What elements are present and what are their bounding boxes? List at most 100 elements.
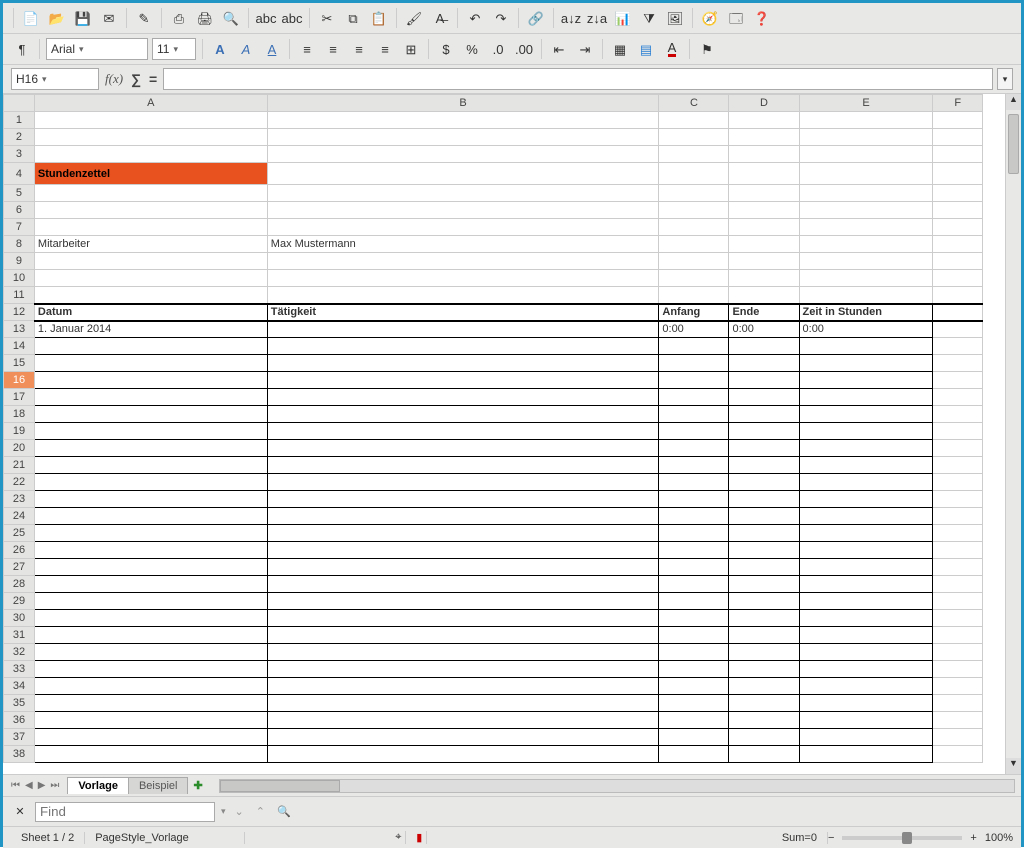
cell[interactable]: [729, 338, 799, 355]
cell[interactable]: [933, 746, 983, 763]
column-header[interactable]: D: [729, 95, 799, 112]
row-header[interactable]: 34: [4, 678, 35, 695]
cell[interactable]: [267, 457, 659, 474]
cell[interactable]: [729, 542, 799, 559]
cell[interactable]: [799, 627, 933, 644]
tab-first-icon[interactable]: ⏮: [9, 780, 22, 791]
cell[interactable]: [729, 270, 799, 287]
row-header[interactable]: 18: [4, 406, 35, 423]
cell[interactable]: [799, 440, 933, 457]
cell[interactable]: [659, 678, 729, 695]
cell[interactable]: [933, 321, 983, 338]
cell[interactable]: [659, 287, 729, 304]
cell[interactable]: [799, 146, 933, 163]
cell[interactable]: [729, 219, 799, 236]
cell[interactable]: [799, 236, 933, 253]
table-data-cell[interactable]: [267, 321, 659, 338]
cell[interactable]: [933, 474, 983, 491]
table-data-cell[interactable]: 0:00: [729, 321, 799, 338]
vertical-scrollbar[interactable]: ▲ ▼: [1005, 94, 1021, 774]
row-header[interactable]: 26: [4, 542, 35, 559]
row-header[interactable]: 33: [4, 661, 35, 678]
cell[interactable]: [659, 746, 729, 763]
cell[interactable]: [267, 474, 659, 491]
cell[interactable]: [267, 440, 659, 457]
tab-last-icon[interactable]: ⏭: [48, 780, 61, 791]
cell[interactable]: [659, 610, 729, 627]
redo-icon[interactable]: ↷: [490, 7, 512, 29]
cell[interactable]: [267, 406, 659, 423]
row-header[interactable]: 32: [4, 644, 35, 661]
cell[interactable]: [659, 338, 729, 355]
cell[interactable]: [267, 610, 659, 627]
close-find-icon[interactable]: ✕: [11, 803, 29, 821]
cell[interactable]: [799, 185, 933, 202]
formula-expand-icon[interactable]: ▾: [997, 68, 1013, 90]
row-header[interactable]: 31: [4, 627, 35, 644]
cell[interactable]: [34, 559, 267, 576]
merge-cells-icon[interactable]: ⊞: [400, 38, 422, 60]
align-center-icon[interactable]: ≡: [322, 38, 344, 60]
cell[interactable]: [34, 474, 267, 491]
sheet-tab-vorlage[interactable]: Vorlage: [67, 777, 129, 794]
value-mitarbeiter[interactable]: Max Mustermann: [267, 236, 659, 253]
cell[interactable]: [659, 457, 729, 474]
row-header[interactable]: 24: [4, 508, 35, 525]
cell[interactable]: [729, 627, 799, 644]
cell[interactable]: [933, 112, 983, 129]
email-icon[interactable]: ✉: [98, 7, 120, 29]
row-header[interactable]: 12: [4, 304, 35, 321]
cell[interactable]: [729, 491, 799, 508]
zoom-out-icon[interactable]: −: [828, 832, 834, 844]
date-format-icon[interactable]: .00: [513, 38, 535, 60]
spellcheck-icon[interactable]: abc: [281, 7, 303, 29]
clear-format-icon[interactable]: A̶: [429, 7, 451, 29]
cell[interactable]: [799, 355, 933, 372]
cell[interactable]: [267, 185, 659, 202]
cell[interactable]: [933, 610, 983, 627]
cell[interactable]: [34, 729, 267, 746]
cell[interactable]: [933, 253, 983, 270]
cell[interactable]: [729, 129, 799, 146]
new-document-icon[interactable]: 📄: [20, 7, 42, 29]
cell[interactable]: [267, 593, 659, 610]
cell[interactable]: [659, 389, 729, 406]
cell[interactable]: [34, 542, 267, 559]
cell-reference-box[interactable]: H16: [11, 68, 99, 90]
cell[interactable]: [34, 593, 267, 610]
print-preview-icon[interactable]: 🔍: [220, 7, 242, 29]
cell[interactable]: [799, 253, 933, 270]
row-header[interactable]: 3: [4, 146, 35, 163]
cell[interactable]: [729, 474, 799, 491]
zoom-slider[interactable]: ◦: [842, 836, 962, 840]
cell[interactable]: [799, 163, 933, 185]
cell[interactable]: [34, 627, 267, 644]
cell[interactable]: [729, 593, 799, 610]
row-header[interactable]: 1: [4, 112, 35, 129]
row-header[interactable]: 27: [4, 559, 35, 576]
cell[interactable]: [659, 644, 729, 661]
cell[interactable]: [267, 287, 659, 304]
cell[interactable]: [933, 559, 983, 576]
cell[interactable]: [729, 729, 799, 746]
navigator-icon[interactable]: 🧭: [699, 7, 721, 29]
cell[interactable]: [659, 253, 729, 270]
cell[interactable]: [799, 729, 933, 746]
cell[interactable]: [34, 253, 267, 270]
row-header[interactable]: 10: [4, 270, 35, 287]
cell[interactable]: [729, 389, 799, 406]
cell[interactable]: [799, 406, 933, 423]
cell[interactable]: [267, 712, 659, 729]
cell[interactable]: [799, 270, 933, 287]
cell[interactable]: [267, 129, 659, 146]
cell[interactable]: [267, 389, 659, 406]
cell[interactable]: [267, 661, 659, 678]
background-color-icon[interactable]: ▤: [635, 38, 657, 60]
cell[interactable]: [659, 163, 729, 185]
row-header[interactable]: 14: [4, 338, 35, 355]
cell[interactable]: [799, 644, 933, 661]
cell[interactable]: [729, 661, 799, 678]
zoom-knob[interactable]: [902, 832, 912, 844]
cell[interactable]: [267, 219, 659, 236]
cell[interactable]: [267, 202, 659, 219]
